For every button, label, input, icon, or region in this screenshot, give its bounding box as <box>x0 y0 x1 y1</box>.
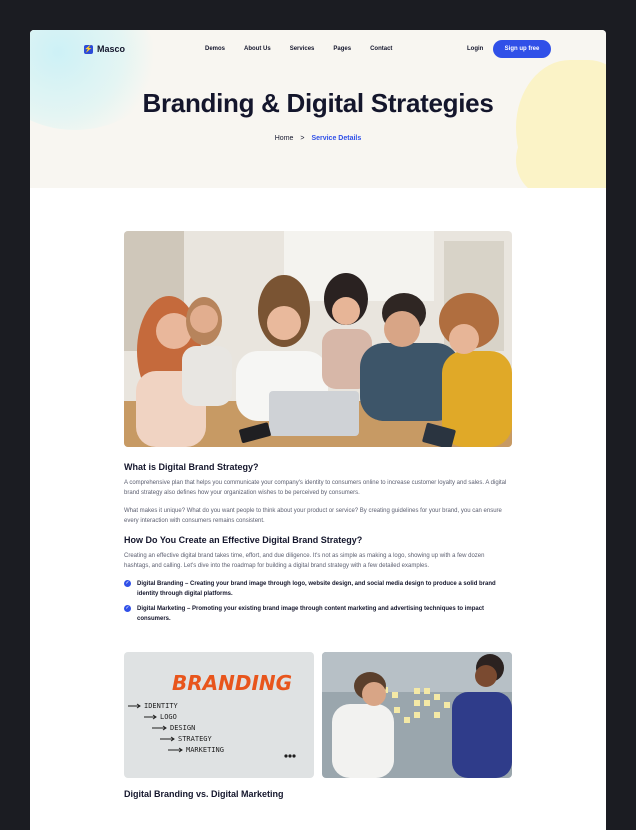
bullet-text: Digital Marketing – Promoting your exist… <box>137 606 485 622</box>
team-meeting-photo <box>124 231 512 447</box>
bullet-item: ✓ Digital Marketing – Promoting your exi… <box>124 604 512 624</box>
check-icon: ✓ <box>124 605 131 612</box>
page-title: Branding & Digital Strategies <box>142 88 494 118</box>
section-heading-what: What is Digital Brand Strategy? <box>124 462 259 472</box>
section-heading-vs: Digital Branding vs. Digital Marketing <box>124 789 284 799</box>
logo-text: Masco <box>97 44 126 54</box>
bullet-text: Digital Branding – Creating your brand i… <box>137 581 496 597</box>
logo-bolt-icon: ⚡ <box>84 44 93 54</box>
menu-item-about[interactable]: About Us <box>244 46 271 52</box>
branding-whiteboard-image: BRANDING IDENTITY LOGO DESIGN STRATEGY M… <box>124 652 314 778</box>
image-row: BRANDING IDENTITY LOGO DESIGN STRATEGY M… <box>124 652 512 778</box>
page-frame: ⚡ Masco Demos About Us Services Pages Co… <box>30 30 606 830</box>
branding-list-item: STRATEGY <box>178 735 213 743</box>
paragraph-1: A comprehensive plan that helps you comm… <box>124 480 507 496</box>
paragraph-3: Creating an effective digital brand take… <box>124 553 485 569</box>
bullet-item: ✓ Digital Branding – Creating your brand… <box>124 579 512 599</box>
login-link[interactable]: Login <box>467 46 483 52</box>
menu-item-contact[interactable]: Contact <box>370 46 392 52</box>
top-nav: ⚡ Masco Demos About Us Services Pages Co… <box>84 36 552 62</box>
hero-section: ⚡ Masco Demos About Us Services Pages Co… <box>30 30 606 188</box>
branding-list-item: DESIGN <box>170 724 195 732</box>
breadcrumb: Home > Service Details <box>30 135 606 142</box>
breadcrumb-separator: > <box>300 135 305 142</box>
branding-list-item: IDENTITY <box>144 702 179 710</box>
check-icon: ✓ <box>124 580 131 587</box>
sticky-notes-board-image <box>322 652 512 778</box>
breadcrumb-home[interactable]: Home <box>275 135 294 142</box>
main-menu: Demos About Us Services Pages Contact <box>205 46 411 52</box>
paragraph-2: What makes it unique? What do you want p… <box>124 508 502 524</box>
section-heading-how: How Do You Create an Effective Digital B… <box>124 535 363 545</box>
branding-list-item: LOGO <box>160 713 177 721</box>
signup-button[interactable]: Sign up free <box>493 40 551 58</box>
branding-word: BRANDING <box>172 671 292 695</box>
menu-item-services[interactable]: Services <box>290 46 315 52</box>
menu-item-pages[interactable]: Pages <box>333 46 351 52</box>
logo[interactable]: ⚡ Masco <box>84 44 125 54</box>
branding-list-item: MARKETING <box>186 746 224 754</box>
article-content: What is Digital Brand Strategy? A compre… <box>124 231 512 799</box>
menu-item-demos[interactable]: Demos <box>205 46 225 52</box>
breadcrumb-current: Service Details <box>311 135 362 142</box>
